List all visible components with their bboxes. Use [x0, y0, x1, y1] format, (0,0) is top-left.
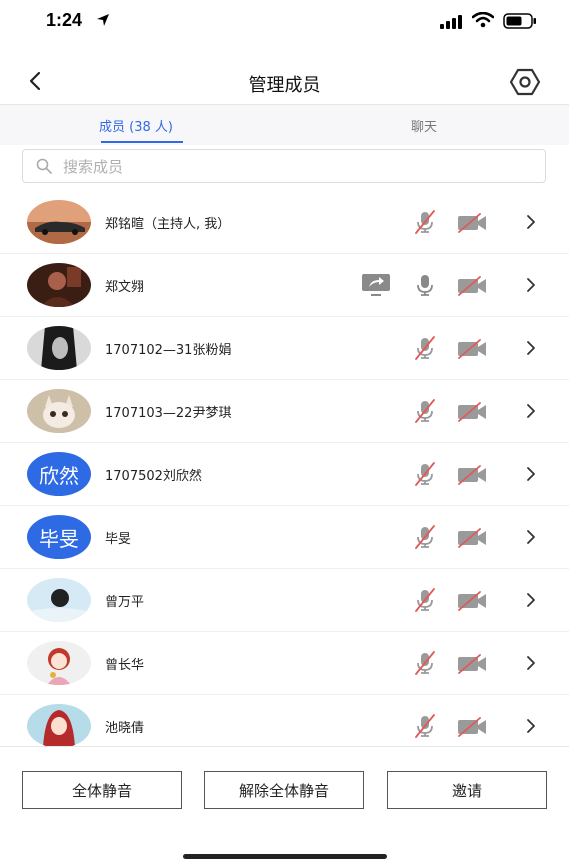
microphone-muted-icon[interactable]	[412, 524, 438, 554]
camera-off-icon[interactable]	[456, 276, 488, 300]
avatar	[27, 641, 91, 685]
screen-share-icon[interactable]	[361, 273, 391, 301]
camera-off-icon[interactable]	[456, 213, 488, 237]
member-row[interactable]: 1707103—22尹梦琪	[0, 380, 569, 443]
member-name: 曾万平	[105, 595, 145, 610]
bottom-action-bar: 全体静音 解除全体静音 邀请	[0, 746, 569, 867]
camera-off-icon[interactable]	[456, 465, 488, 489]
member-name: 池晓倩	[105, 721, 145, 736]
avatar	[27, 578, 91, 622]
mute-all-button[interactable]: 全体静音	[22, 771, 182, 809]
member-name: 1707103—22尹梦琪	[105, 406, 232, 421]
camera-off-icon[interactable]	[456, 402, 488, 426]
chevron-right-icon[interactable]	[524, 402, 538, 424]
camera-off-icon[interactable]	[456, 591, 488, 615]
active-tab-indicator	[101, 141, 183, 143]
battery-icon	[503, 13, 537, 33]
avatar-initials: 欣然	[39, 463, 79, 488]
chevron-right-icon[interactable]	[524, 339, 538, 361]
camera-off-icon[interactable]	[456, 654, 488, 678]
avatar-initials: 毕旻	[39, 526, 79, 551]
microphone-muted-icon[interactable]	[412, 713, 438, 743]
avatar: 毕旻	[27, 515, 91, 559]
member-row[interactable]: 曾万平	[0, 569, 569, 632]
invite-button[interactable]: 邀请	[387, 771, 547, 809]
chevron-right-icon[interactable]	[524, 717, 538, 739]
camera-off-icon[interactable]	[456, 717, 488, 741]
location-arrow-icon	[96, 12, 110, 31]
chevron-right-icon[interactable]	[524, 465, 538, 487]
member-list: 郑铭暄（主持人, 我） 郑文翙 1707102—31张粉娟 1707103—22尹梦琪…	[0, 191, 569, 746]
gear-icon	[509, 68, 541, 96]
chevron-right-icon[interactable]	[524, 213, 538, 235]
avatar: 欣然	[27, 452, 91, 496]
avatar	[27, 389, 91, 433]
page-title: 管理成员	[248, 75, 321, 96]
member-name: 1707502刘欣然	[105, 469, 202, 484]
camera-off-icon[interactable]	[456, 339, 488, 363]
member-row[interactable]: 毕旻 毕旻	[0, 506, 569, 569]
tab-members[interactable]: 成员 (38 人)	[99, 116, 173, 135]
unmute-all-button[interactable]: 解除全体静音	[204, 771, 364, 809]
avatar	[27, 704, 91, 746]
member-row[interactable]: 曾长华	[0, 632, 569, 695]
search-box	[22, 149, 546, 183]
microphone-muted-icon[interactable]	[412, 587, 438, 617]
cellular-signal-icon	[440, 14, 464, 33]
avatar	[27, 263, 91, 307]
wifi-icon	[471, 11, 495, 32]
chevron-right-icon[interactable]	[524, 276, 538, 298]
status-bar: 1:24	[0, 0, 569, 44]
member-name: 毕旻	[105, 532, 132, 547]
microphone-muted-icon[interactable]	[412, 398, 438, 428]
member-name: 郑铭暄（主持人, 我）	[105, 217, 231, 232]
settings-button[interactable]	[508, 68, 542, 96]
tab-chat[interactable]: 聊天	[411, 116, 437, 135]
member-row[interactable]: 郑铭暄（主持人, 我）	[0, 191, 569, 254]
chevron-right-icon[interactable]	[524, 528, 538, 550]
tab-bar: 成员 (38 人) 聊天	[0, 105, 569, 145]
search-icon	[36, 158, 52, 178]
member-row[interactable]: 1707102—31张粉娟	[0, 317, 569, 380]
avatar	[27, 326, 91, 370]
status-time: 1:24	[46, 10, 83, 30]
chevron-right-icon[interactable]	[524, 654, 538, 676]
nav-bar: 管理成员	[0, 58, 569, 105]
member-name: 郑文翙	[105, 280, 145, 295]
microphone-muted-icon[interactable]	[412, 650, 438, 680]
microphone-muted-icon[interactable]	[412, 461, 438, 491]
search-input[interactable]	[61, 154, 525, 180]
member-name: 1707102—31张粉娟	[105, 343, 232, 358]
chevron-right-icon[interactable]	[524, 591, 538, 613]
member-row[interactable]: 池晓倩	[0, 695, 569, 746]
microphone-muted-icon[interactable]	[412, 335, 438, 365]
microphone-muted-icon[interactable]	[412, 209, 438, 239]
member-row[interactable]: 郑文翙	[0, 254, 569, 317]
member-row[interactable]: 欣然 1707502刘欣然	[0, 443, 569, 506]
avatar	[27, 200, 91, 244]
home-indicator	[183, 854, 387, 859]
camera-off-icon[interactable]	[456, 528, 488, 552]
member-name: 曾长华	[105, 658, 145, 673]
microphone-icon[interactable]	[412, 272, 438, 302]
